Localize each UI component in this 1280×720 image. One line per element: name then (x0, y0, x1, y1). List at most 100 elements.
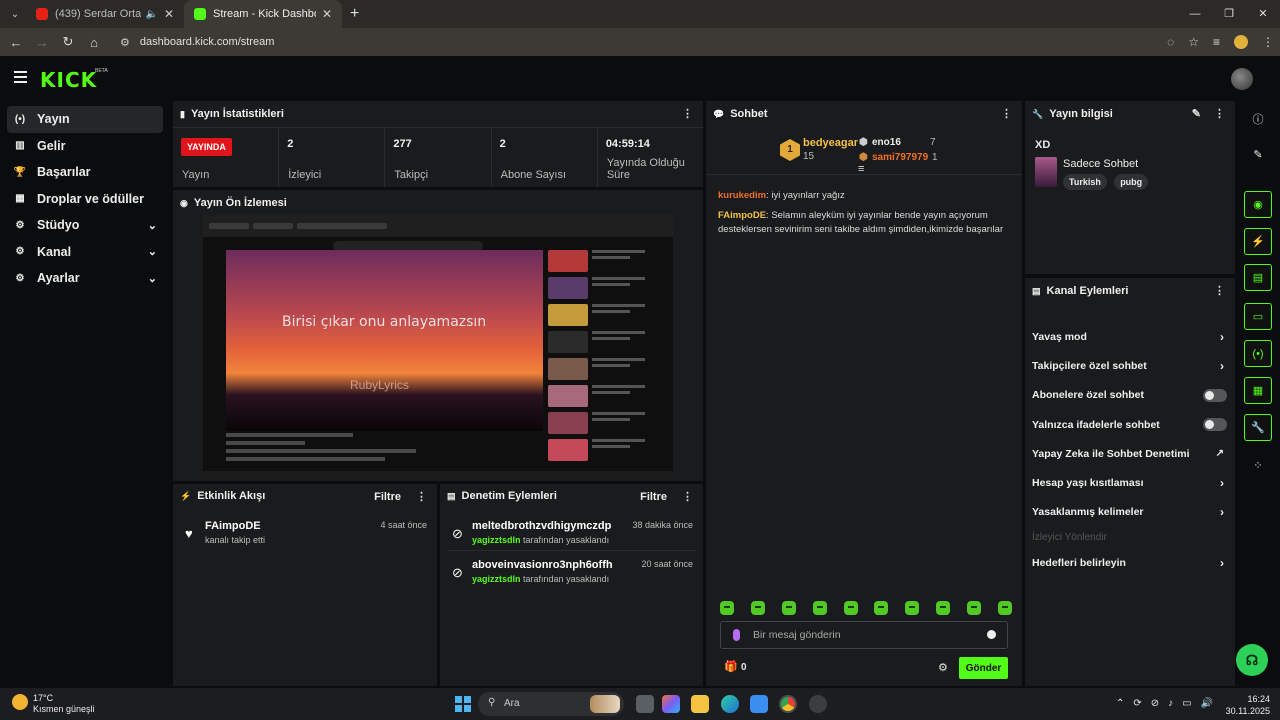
gift-icon[interactable]: 🎁 (724, 660, 738, 673)
subscribers-only-toggle[interactable] (1203, 388, 1227, 402)
action-ai-moderation[interactable]: Yapay Zeka ile Sohbet Denetimi ↗ (1025, 439, 1235, 468)
new-tab-icon[interactable]: + (350, 5, 359, 23)
emote-icon[interactable] (750, 601, 765, 615)
store-icon[interactable] (750, 695, 768, 713)
action-set-goals[interactable]: Hedefleri belirleyin › (1025, 548, 1235, 577)
home-icon[interactable]: ⌂ (82, 35, 106, 50)
reading-list-icon[interactable]: ≡ (1213, 35, 1220, 49)
actions-toggle-icon[interactable]: ▦ (1244, 377, 1272, 404)
emote-icon[interactable] (905, 601, 920, 615)
site-info-icon[interactable]: ⚙ (120, 36, 130, 49)
leader-third-name[interactable]: sami797979 (872, 152, 928, 163)
emote-icon[interactable] (967, 601, 981, 615)
emote-icon[interactable] (720, 601, 734, 615)
activity-user[interactable]: FAimpoDE (205, 520, 261, 532)
category-thumbnail[interactable] (1035, 157, 1057, 187)
banned-user[interactable]: aboveinvasionro3nph6offh (472, 559, 613, 571)
edge-icon[interactable] (721, 695, 739, 713)
audio-playing-icon[interactable]: 🔈 (145, 9, 157, 20)
file-explorer-icon[interactable] (691, 695, 709, 713)
chevron-down-icon[interactable]: ⌄ (148, 272, 157, 285)
edit-pencil-icon[interactable]: ✎ (1244, 141, 1272, 168)
chat-message-input[interactable] (753, 629, 973, 641)
sidebar-item-gelir[interactable]: ▥ Gelir (7, 133, 163, 160)
moderator-name[interactable]: yagizztsdln (472, 535, 521, 545)
copilot-icon[interactable] (662, 695, 680, 713)
emote-icon[interactable] (874, 601, 889, 615)
more-options-icon[interactable]: ⋮ (1214, 284, 1225, 297)
banned-user[interactable]: meltedbrothzvdhigymczdp (472, 520, 611, 532)
action-followers-only[interactable]: Takipçilere özel sohbet › (1025, 351, 1235, 380)
browser-tab-kick[interactable]: Stream - Kick Dashboard ✕ (184, 0, 342, 28)
stream-preview-video[interactable]: Birisi çıkar onu anlayamazsın RubyLyrics (203, 215, 673, 480)
emote-icon[interactable] (936, 601, 951, 615)
eye-off-icon[interactable]: ◌ (1167, 35, 1174, 49)
bookmark-star-icon[interactable]: ☆ (1188, 35, 1199, 49)
add-widget-icon[interactable]: ⁘ (1244, 452, 1272, 479)
windows-start-icon[interactable] (455, 696, 471, 712)
action-slow-mode[interactable]: Yavaş mod › (1025, 322, 1235, 351)
sidebar-item-basarilar[interactable]: 🏆 Başarılar (7, 159, 163, 186)
chat-username[interactable]: FAimpoDE (718, 210, 766, 221)
info-icon[interactable]: ⓘ (1244, 105, 1272, 132)
maximize-icon[interactable]: ❐ (1212, 0, 1246, 28)
hamburger-menu-icon[interactable] (14, 71, 27, 86)
more-options-icon[interactable]: ⋮ (1214, 107, 1225, 120)
chevron-down-icon[interactable]: ⌄ (148, 219, 157, 232)
tag-pill[interactable]: pubg (1114, 174, 1149, 190)
chrome-icon[interactable] (779, 695, 797, 713)
emote-icon[interactable] (781, 601, 796, 615)
url-field[interactable]: ⚙ dashboard.kick.com/stream (120, 36, 274, 49)
filter-button[interactable]: Filtre (640, 491, 667, 503)
more-options-icon[interactable]: ⋮ (1001, 107, 1012, 120)
chat-toggle-icon[interactable]: ▭ (1244, 303, 1272, 330)
clock[interactable]: 16:24 30.11.2025 (1226, 693, 1270, 717)
more-options-icon[interactable]: ⋮ (416, 490, 427, 503)
chat-username[interactable]: kurukedim (718, 190, 766, 201)
kick-logo[interactable]: KICK (40, 68, 97, 92)
forward-icon[interactable]: → (30, 35, 54, 50)
minimize-icon[interactable]: — (1178, 0, 1212, 28)
send-button[interactable]: Gönder (959, 657, 1008, 679)
tag-pill[interactable]: Turkish (1063, 174, 1107, 190)
pinned-app-icon[interactable] (809, 695, 827, 713)
action-banned-words[interactable]: Yasaklanmış kelimeler › (1025, 498, 1235, 527)
preview-toggle-icon[interactable]: ◉ (1244, 191, 1272, 218)
filter-button[interactable]: Filtre (374, 491, 401, 503)
sidebar-item-droplar[interactable]: ▦ Droplar ve ödüller (7, 186, 163, 213)
collapse-leaderboard-icon[interactable]: ≡ (858, 163, 864, 175)
emote-icon[interactable] (997, 601, 1012, 615)
stream-info-toggle-icon[interactable]: 🔧 (1244, 414, 1272, 441)
leader-second-name[interactable]: eno16 (872, 137, 901, 148)
close-tab-icon[interactable]: ✕ (322, 7, 332, 21)
chat-settings-icon[interactable]: ⚙ (938, 661, 948, 674)
tab-list-button[interactable]: ⌄ (4, 3, 26, 25)
leader-first-name[interactable]: bedyeagar (803, 137, 858, 149)
moderator-name[interactable]: yagizztsdln (472, 574, 521, 584)
task-view-icon[interactable] (636, 695, 654, 713)
sidebar-item-studyo[interactable]: ⚙ Stüdyo ⌄ (7, 212, 163, 239)
stats-toggle-icon[interactable]: (•) (1244, 340, 1272, 367)
taskbar-search[interactable]: ⚲ Ara (478, 692, 624, 716)
chevron-down-icon[interactable]: ⌄ (148, 245, 157, 258)
sidebar-item-yayin[interactable]: (•) Yayın (7, 106, 163, 133)
browser-tab-youtube[interactable]: (439) Serdar Ortaç - Dansöz 🔈 ✕ (26, 0, 184, 28)
more-options-icon[interactable]: ⋮ (682, 490, 693, 503)
sidebar-item-ayarlar[interactable]: ⚙ Ayarlar ⌄ (7, 265, 163, 292)
browser-menu-icon[interactable]: ⋮ (1262, 35, 1274, 49)
emotes-only-toggle[interactable] (1203, 418, 1227, 432)
close-tab-icon[interactable]: ✕ (164, 7, 174, 21)
tray-icons[interactable]: ⌃⟳⊘♪▭🔊 (1116, 698, 1222, 709)
close-window-icon[interactable]: ✕ (1246, 0, 1280, 28)
emote-icon[interactable] (812, 601, 827, 615)
sidebar-item-kanal[interactable]: ⚙ Kanal ⌄ (7, 239, 163, 266)
action-account-age[interactable]: Hesap yaşı kısıtlaması › (1025, 468, 1235, 497)
back-icon[interactable]: ← (4, 35, 28, 50)
edit-pencil-icon[interactable]: ✎ (1192, 107, 1201, 120)
emoji-picker-icon[interactable] (987, 630, 996, 639)
emote-icon[interactable] (843, 601, 858, 615)
help-chat-button[interactable]: ☊ (1236, 644, 1268, 676)
reload-icon[interactable]: ↻ (56, 34, 80, 50)
microphone-icon[interactable] (733, 629, 740, 641)
activity-toggle-icon[interactable]: ⚡ (1244, 228, 1272, 255)
